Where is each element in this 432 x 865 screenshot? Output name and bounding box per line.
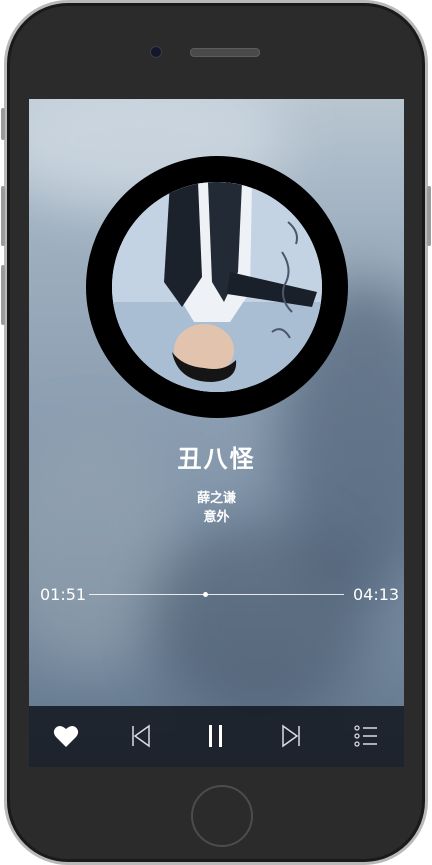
playlist-icon xyxy=(354,725,377,747)
playlist-button[interactable] xyxy=(351,721,381,751)
previous-icon xyxy=(132,724,150,748)
like-button[interactable] xyxy=(51,721,81,751)
pause-icon xyxy=(209,725,222,747)
earpiece-speaker xyxy=(190,48,260,57)
album-cover-art xyxy=(112,182,322,392)
previous-button[interactable] xyxy=(126,721,156,751)
artist-name: 薛之谦 xyxy=(196,491,236,506)
playback-controls xyxy=(29,706,404,767)
background-blur xyxy=(149,519,369,719)
total-time: 04:13 xyxy=(353,585,400,604)
front-camera xyxy=(150,46,162,58)
volume-up-button xyxy=(1,186,5,246)
progress-thumb[interactable] xyxy=(202,592,208,597)
volume-down-button xyxy=(1,265,5,325)
song-title: 丑八怪 xyxy=(177,445,256,473)
next-icon xyxy=(282,724,300,748)
music-player-screen: 丑八怪 薛之谦 意外 01:51 04:13 xyxy=(29,99,404,767)
home-button[interactable] xyxy=(191,785,253,847)
next-button[interactable] xyxy=(276,721,306,751)
album-disc xyxy=(86,156,348,418)
album-cover xyxy=(112,182,322,392)
mute-switch xyxy=(1,108,5,140)
power-button xyxy=(427,186,431,246)
pause-button[interactable] xyxy=(201,721,231,751)
album-name: 意外 xyxy=(203,510,230,525)
progress-bar[interactable] xyxy=(89,592,344,597)
heart-icon xyxy=(53,725,79,747)
current-time: 01:51 xyxy=(40,585,87,604)
